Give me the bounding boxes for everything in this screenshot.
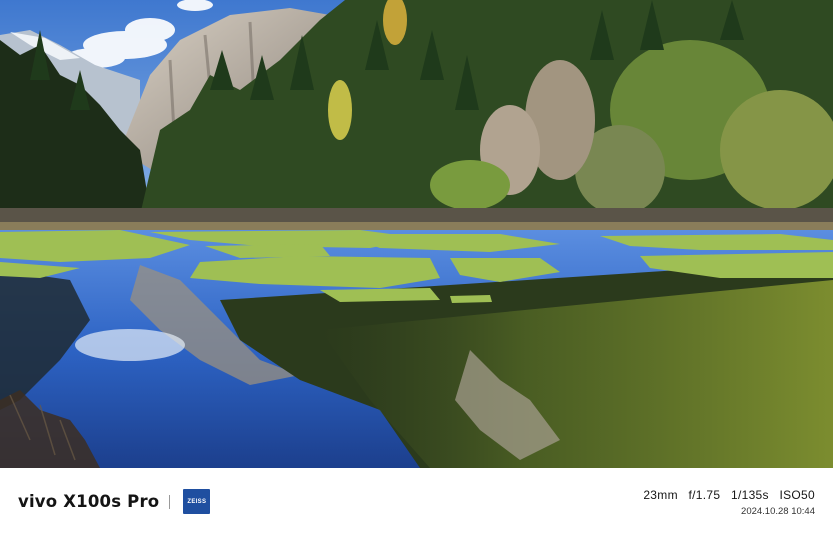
landscape-photo (0, 0, 833, 468)
divider (169, 494, 171, 509)
aperture: f/1.75 (688, 488, 721, 502)
zeiss-logo: ZEISS (183, 489, 211, 514)
zeiss-logo-text: ZEISS (187, 498, 207, 505)
brand-group: vivo X100s Pro ZEISS (18, 489, 211, 514)
shutter-speed: 1/135s (730, 488, 769, 502)
capture-datetime: 2024.10.28 10:44 (741, 506, 815, 517)
iso: ISO50 (779, 488, 815, 502)
camera-model: vivo X100s Pro (18, 492, 160, 511)
exif-params: 23mm f/1.75 1/135s ISO50 (643, 488, 815, 502)
focal-length: 23mm (643, 488, 678, 502)
camera-watermark-bar: vivo X100s Pro ZEISS 23mm f/1.75 1/135s … (0, 468, 833, 535)
exif-info: 23mm f/1.75 1/135s ISO50 2024.10.28 10:4… (643, 488, 815, 517)
